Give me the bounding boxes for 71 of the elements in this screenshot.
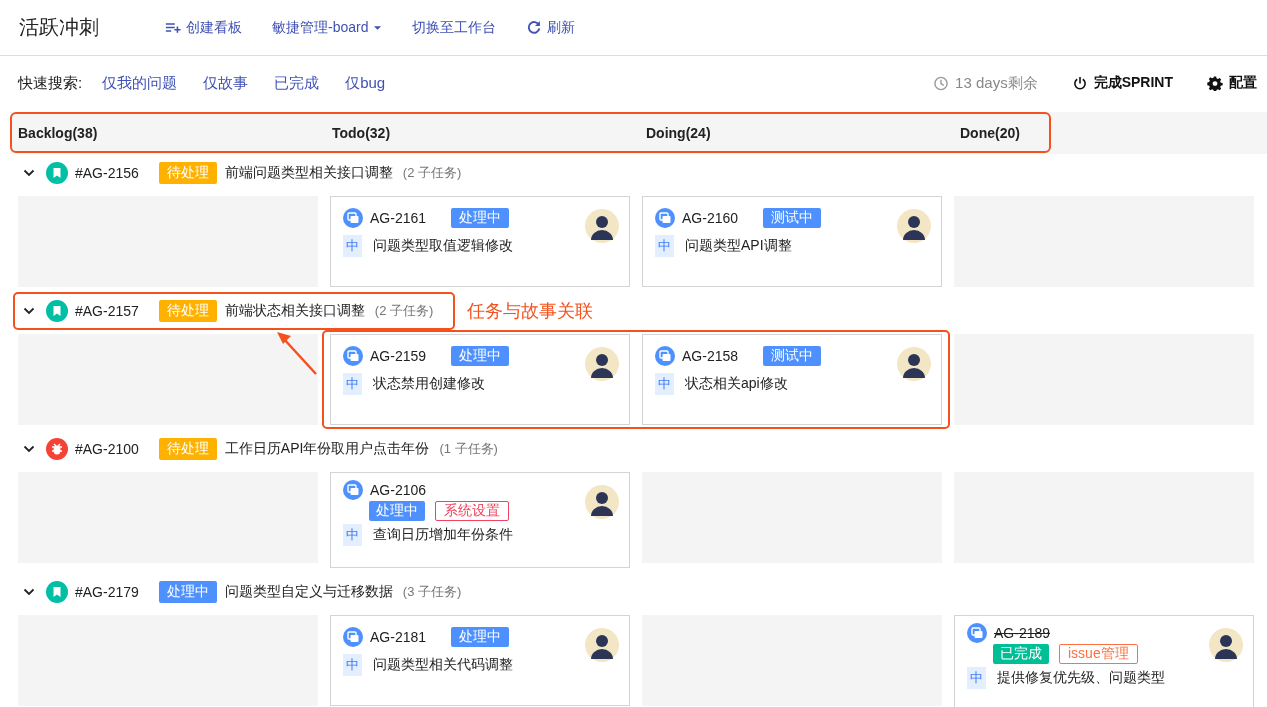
status-badge: 处理中 (158, 581, 217, 603)
task-card[interactable]: AG-2160 测试中 中 问题类型API调整 (642, 196, 942, 287)
complete-sprint-button[interactable]: 完成SPRINT (1071, 74, 1173, 92)
priority-badge: 中 (655, 373, 674, 395)
filter-link[interactable]: 已完成 (274, 73, 320, 93)
priority-badge: 中 (343, 235, 362, 257)
task-summary: 状态禁用创建修改 (373, 375, 485, 393)
story-key[interactable]: #AG-2179 (75, 584, 139, 600)
column-title: Todo(32) (332, 125, 392, 141)
task-key[interactable]: AG-2159 (370, 348, 427, 364)
column-title: Done(20) (960, 125, 1021, 141)
task-key[interactable]: AG-2106 (370, 482, 427, 498)
status-badge: 测试中 (763, 346, 822, 366)
priority-badge: 中 (343, 373, 362, 395)
task-card[interactable]: AG-2161 处理中 中 问题类型取值逻辑修改 (330, 196, 630, 287)
status-badge: 测试中 (763, 208, 822, 228)
settings-button[interactable]: 配置 (1207, 74, 1257, 92)
status-badge: 处理中 (451, 346, 510, 366)
label-tag: 系统设置 (435, 501, 509, 521)
column-title: Backlog(38) (18, 125, 99, 141)
status-badge: 处理中 (451, 627, 510, 647)
column-title: Doing(24) (646, 125, 712, 141)
story-key[interactable]: #AG-2156 (75, 165, 139, 181)
annotation-text: 任务与故事关联 (467, 300, 594, 323)
nav-button[interactable]: 敏捷管理-board (272, 18, 383, 37)
filter-link[interactable]: 仅我的问题 (102, 73, 178, 93)
status-badge: 已完成 (993, 644, 1049, 664)
task-summary: 提供修复优先级、问题类型 (997, 669, 1165, 687)
status-badge: 待处理 (158, 300, 217, 322)
priority-badge: 中 (655, 235, 674, 257)
page-title: 活跃冲刺 (19, 15, 99, 40)
sprint-remaining: 13 days剩余 (955, 73, 1038, 93)
priority-badge: 中 (343, 524, 362, 546)
story-title: 前端问题类型相关接口调整 (224, 164, 393, 182)
story-title: 前端状态相关接口调整 (224, 302, 365, 320)
nav-button[interactable]: 刷新 (526, 18, 576, 37)
story-title: 工作日历API年份取用户点击年份 (224, 440, 430, 458)
priority-badge: 中 (343, 654, 362, 676)
status-badge: 待处理 (158, 438, 217, 460)
task-card[interactable]: AG-2159 处理中 中 状态禁用创建修改 (330, 334, 630, 425)
subtask-count: (2 子任务) (402, 164, 462, 182)
task-key[interactable]: AG-2161 (370, 210, 427, 226)
task-key[interactable]: AG-2181 (370, 629, 427, 645)
filter-link[interactable]: 仅故事 (203, 73, 249, 93)
task-summary: 问题类型API调整 (685, 237, 792, 255)
nav-button[interactable]: 创建看板 (165, 18, 242, 37)
subtask-count: (3 子任务) (402, 583, 462, 601)
priority-badge: 中 (967, 667, 986, 689)
filter-link[interactable]: 仅bug (345, 73, 386, 93)
task-card[interactable]: AG-2181 处理中 中 问题类型相关代码调整 (330, 615, 630, 706)
task-card[interactable]: AG-2189 已完成 issue管理 中 提供修复优先级、问题类型 (954, 615, 1254, 707)
task-key[interactable]: AG-2189 (994, 625, 1051, 641)
task-summary: 查询日历增加年份条件 (373, 526, 513, 544)
task-card[interactable]: AG-2106 处理中 系统设置 中 查询日历增加年份条件 (330, 472, 630, 568)
status-badge: 处理中 (451, 208, 510, 228)
task-summary: 问题类型相关代码调整 (373, 656, 513, 674)
task-summary: 状态相关api修改 (685, 375, 788, 393)
subtask-count: (2 子任务) (374, 302, 434, 320)
label-tag: issue管理 (1059, 644, 1138, 664)
story-key[interactable]: #AG-2100 (75, 441, 139, 457)
subtask-count: (1 子任务) (439, 440, 498, 458)
task-key[interactable]: AG-2160 (682, 210, 739, 226)
story-title: 问题类型自定义与迁移数据 (224, 583, 393, 601)
quick-search-label: 快速搜索: (18, 73, 83, 93)
story-key[interactable]: #AG-2157 (75, 303, 139, 319)
status-badge: 处理中 (369, 501, 425, 521)
nav-button[interactable]: 切换至工作台 (412, 18, 497, 37)
task-card[interactable]: AG-2158 测试中 中 状态相关api修改 (642, 334, 942, 425)
task-key[interactable]: AG-2158 (682, 348, 739, 364)
status-badge: 待处理 (158, 162, 217, 184)
task-summary: 问题类型取值逻辑修改 (373, 237, 513, 255)
